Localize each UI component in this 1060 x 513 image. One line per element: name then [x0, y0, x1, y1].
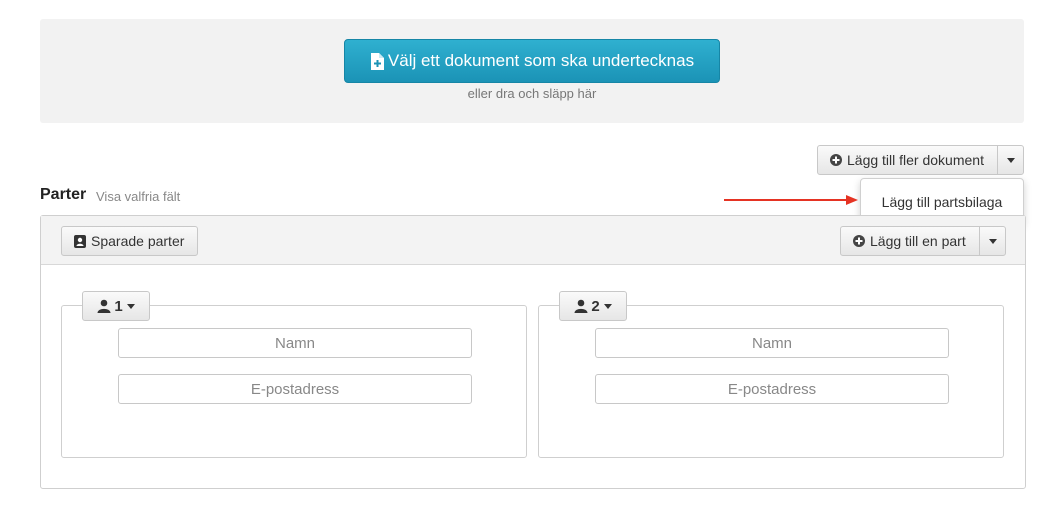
add-party-dropdown-toggle[interactable]: [979, 226, 1006, 256]
show-optional-fields-link[interactable]: Visa valfria fält: [96, 189, 180, 204]
party-1-email-input[interactable]: [118, 374, 472, 404]
add-party-attachment-item[interactable]: Lägg till partsbilaga: [882, 194, 1003, 210]
contact-card-icon: [74, 234, 86, 248]
plus-circle-icon: [853, 235, 865, 247]
choose-document-label: Välj ett dokument som ska undertecknas: [387, 51, 695, 70]
party-2-email-input[interactable]: [595, 374, 949, 404]
annotation-arrow-line: [724, 199, 852, 201]
caret-down-icon: [1006, 157, 1015, 163]
upload-dropzone[interactable]: Välj ett dokument som ska undertecknas e…: [40, 19, 1024, 123]
saved-parties-label: Sparade parter: [91, 233, 185, 249]
add-more-documents-button[interactable]: Lägg till fler dokument: [817, 145, 998, 175]
party-2-name-input[interactable]: [595, 328, 949, 358]
saved-parties-button[interactable]: Sparade parter: [61, 226, 198, 256]
party-1-name-input[interactable]: [118, 328, 472, 358]
caret-down-icon: [603, 303, 612, 309]
add-documents-dropdown-toggle[interactable]: [997, 145, 1024, 175]
user-icon: [574, 299, 588, 313]
parties-title: Parter: [40, 186, 87, 203]
caret-down-icon: [988, 238, 997, 244]
parties-panel: Sparade parter Lägg till en part 1 Namn …: [40, 215, 1026, 489]
party-1-menu-button[interactable]: 1: [82, 291, 150, 321]
party-card-1: 1: [61, 291, 527, 458]
parties-toolbar: Sparade parter Lägg till en part: [41, 216, 1025, 265]
file-plus-icon: [370, 52, 384, 70]
caret-down-icon: [126, 303, 135, 309]
annotation-arrow-head: [846, 195, 858, 205]
add-party-button[interactable]: Lägg till en part: [840, 226, 980, 256]
party-2-menu-button[interactable]: 2: [559, 291, 627, 321]
party-number: 1: [114, 297, 123, 315]
choose-document-button[interactable]: Välj ett dokument som ska undertecknas: [344, 39, 720, 83]
drop-hint: eller dra och släpp här: [467, 86, 597, 101]
plus-circle-icon: [830, 154, 842, 166]
add-more-documents-label: Lägg till fler dokument: [847, 152, 984, 168]
user-icon: [97, 299, 111, 313]
party-card-2: 2: [538, 291, 1004, 458]
party-number: 2: [591, 297, 600, 315]
add-party-label: Lägg till en part: [870, 233, 966, 249]
